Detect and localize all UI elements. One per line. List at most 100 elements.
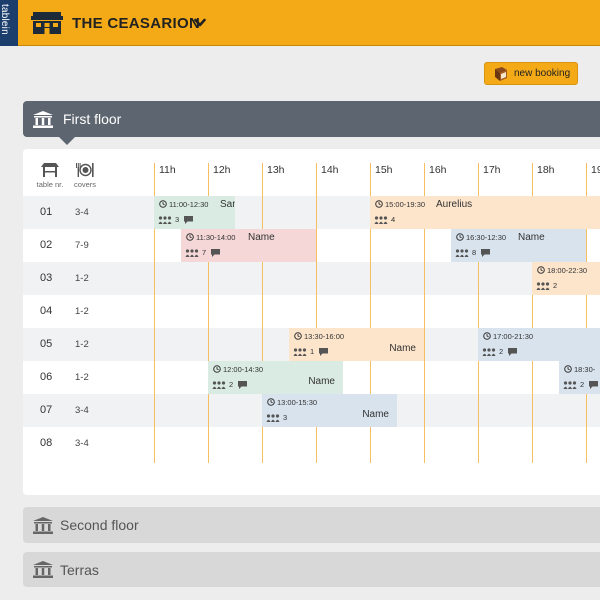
booking-guests: 8 (472, 248, 477, 257)
table-covers: 1-2 (75, 306, 89, 317)
booking-guest-name: Name (518, 232, 545, 243)
people-icon (212, 381, 226, 389)
hour-label: 11h (159, 164, 176, 176)
floor-first-header[interactable]: First floor (23, 101, 600, 145)
table-number: 08 (40, 437, 53, 449)
booking-time: 15:00-19:30 (385, 200, 426, 209)
floor-second-label: Second floor (60, 517, 139, 533)
restaurant-building-icon (31, 12, 63, 34)
people-icon (374, 216, 388, 224)
plate-cutlery-icon (76, 163, 94, 177)
clock-icon (159, 200, 167, 208)
booking-time: 18:00-22:30 (547, 266, 588, 275)
booking-block[interactable]: 11:00-12:30 3 Santini (154, 196, 235, 229)
booking-guests: 2 (580, 380, 585, 389)
hour-label: 14h (321, 164, 339, 176)
table-row[interactable]: 08 3-4 (23, 427, 600, 460)
table-covers: 7-9 (75, 240, 89, 251)
booking-guest-name: Name (248, 232, 275, 243)
table-covers: 3-4 (75, 405, 89, 416)
people-icon (185, 249, 199, 257)
floor-first-label: First floor (63, 111, 122, 127)
hour-label: 16h (429, 164, 447, 176)
hour-label: 12h (213, 164, 231, 176)
clock-icon (456, 233, 464, 241)
tablein-logo[interactable]: tablein (0, 0, 18, 46)
people-icon (455, 249, 469, 257)
new-booking-button[interactable]: new booking (484, 62, 578, 85)
new-booking-label: new booking (514, 68, 571, 79)
people-icon (293, 348, 307, 356)
column-label-covers: covers (73, 180, 97, 189)
schedule-grid: table nr. covers 01 3-4 02 7-9 03 1-2 04 1-2 05 1… (23, 149, 600, 495)
booking-block[interactable]: 12:00-14:30 2 Name (208, 361, 343, 394)
people-icon (266, 414, 280, 422)
booking-time: 17:00-21:30 (493, 332, 534, 341)
table-covers: 1-2 (75, 372, 89, 383)
clock-icon (375, 200, 383, 208)
booking-time: 16:30-12:30 (466, 233, 507, 242)
table-number: 02 (40, 239, 53, 251)
column-header-covers: covers (71, 163, 99, 189)
table-number: 07 (40, 404, 53, 416)
chevron-down-icon[interactable] (194, 17, 206, 29)
book-icon (495, 66, 507, 81)
booking-guest-name: Aurelius (436, 199, 473, 210)
table-number: 04 (40, 305, 53, 317)
message-icon (481, 249, 490, 257)
booking-block[interactable]: 13:30-16:00 1 Name (289, 328, 424, 361)
table-covers: 3-4 (75, 207, 89, 218)
booking-guests: 3 (283, 413, 288, 422)
hour-label: 15h (375, 164, 393, 176)
table-row[interactable]: 04 1-2 (23, 295, 600, 328)
table-row[interactable]: 03 1-2 (23, 262, 600, 295)
people-icon (563, 381, 577, 389)
message-icon (319, 348, 328, 356)
clock-icon (267, 398, 275, 406)
building-columns-icon (33, 516, 53, 534)
table-covers: 3-4 (75, 438, 89, 449)
message-icon (238, 381, 247, 389)
table-number: 06 (40, 371, 53, 383)
floor-terras-header[interactable]: Terras (23, 552, 600, 587)
booking-block[interactable]: 13:00-15:30 3 Name (262, 394, 397, 427)
column-header-table: table nr. (36, 163, 64, 189)
table-number: 01 (40, 206, 53, 218)
table-number: 03 (40, 272, 53, 284)
message-icon (508, 348, 517, 356)
booking-guest-name: Name (389, 343, 416, 354)
clock-icon (294, 332, 302, 340)
message-icon (211, 249, 220, 257)
booking-time: 11:30-14:00 (196, 233, 236, 242)
hour-label: 17h (483, 164, 501, 176)
booking-time: 13:00-15:30 (277, 398, 318, 407)
booking-block[interactable]: 15:00-19:30 4 Aurelius (370, 196, 600, 229)
booking-guests: 2 (499, 347, 504, 356)
building-columns-icon (33, 561, 53, 578)
table-icon (41, 163, 59, 177)
hour-label: 19 (591, 164, 600, 176)
booking-block[interactable]: 16:30-12:30 8 Name (451, 229, 586, 262)
booking-guest-name: Santini (220, 199, 235, 210)
message-icon (589, 381, 598, 389)
people-icon (482, 348, 496, 356)
booking-time: 11:00-12:30 (169, 200, 209, 209)
hour-label: 13h (267, 164, 285, 176)
booking-block[interactable]: 18:30- 2 (559, 361, 600, 394)
top-bar: tablein THE CEASARION (0, 0, 600, 46)
floor-terras-label: Terras (60, 561, 99, 578)
floor-second-header[interactable]: Second floor (23, 507, 600, 543)
booking-block[interactable]: 18:00-22:30 2 (532, 262, 600, 295)
booking-block[interactable]: 11:30-14:00 7 Name (181, 229, 316, 262)
column-label-table: table nr. (36, 180, 64, 189)
clock-icon (537, 266, 545, 274)
booking-guests: 4 (391, 215, 396, 224)
booking-time: 18:30- (574, 365, 596, 374)
table-covers: 1-2 (75, 273, 89, 284)
booking-guest-name: Name (362, 409, 389, 420)
booking-guests: 2 (553, 281, 558, 290)
booking-block[interactable]: 17:00-21:30 2 (478, 328, 600, 361)
venue-title[interactable]: THE CEASARION (72, 15, 200, 32)
message-icon (184, 216, 193, 224)
table-covers: 1-2 (75, 339, 89, 350)
